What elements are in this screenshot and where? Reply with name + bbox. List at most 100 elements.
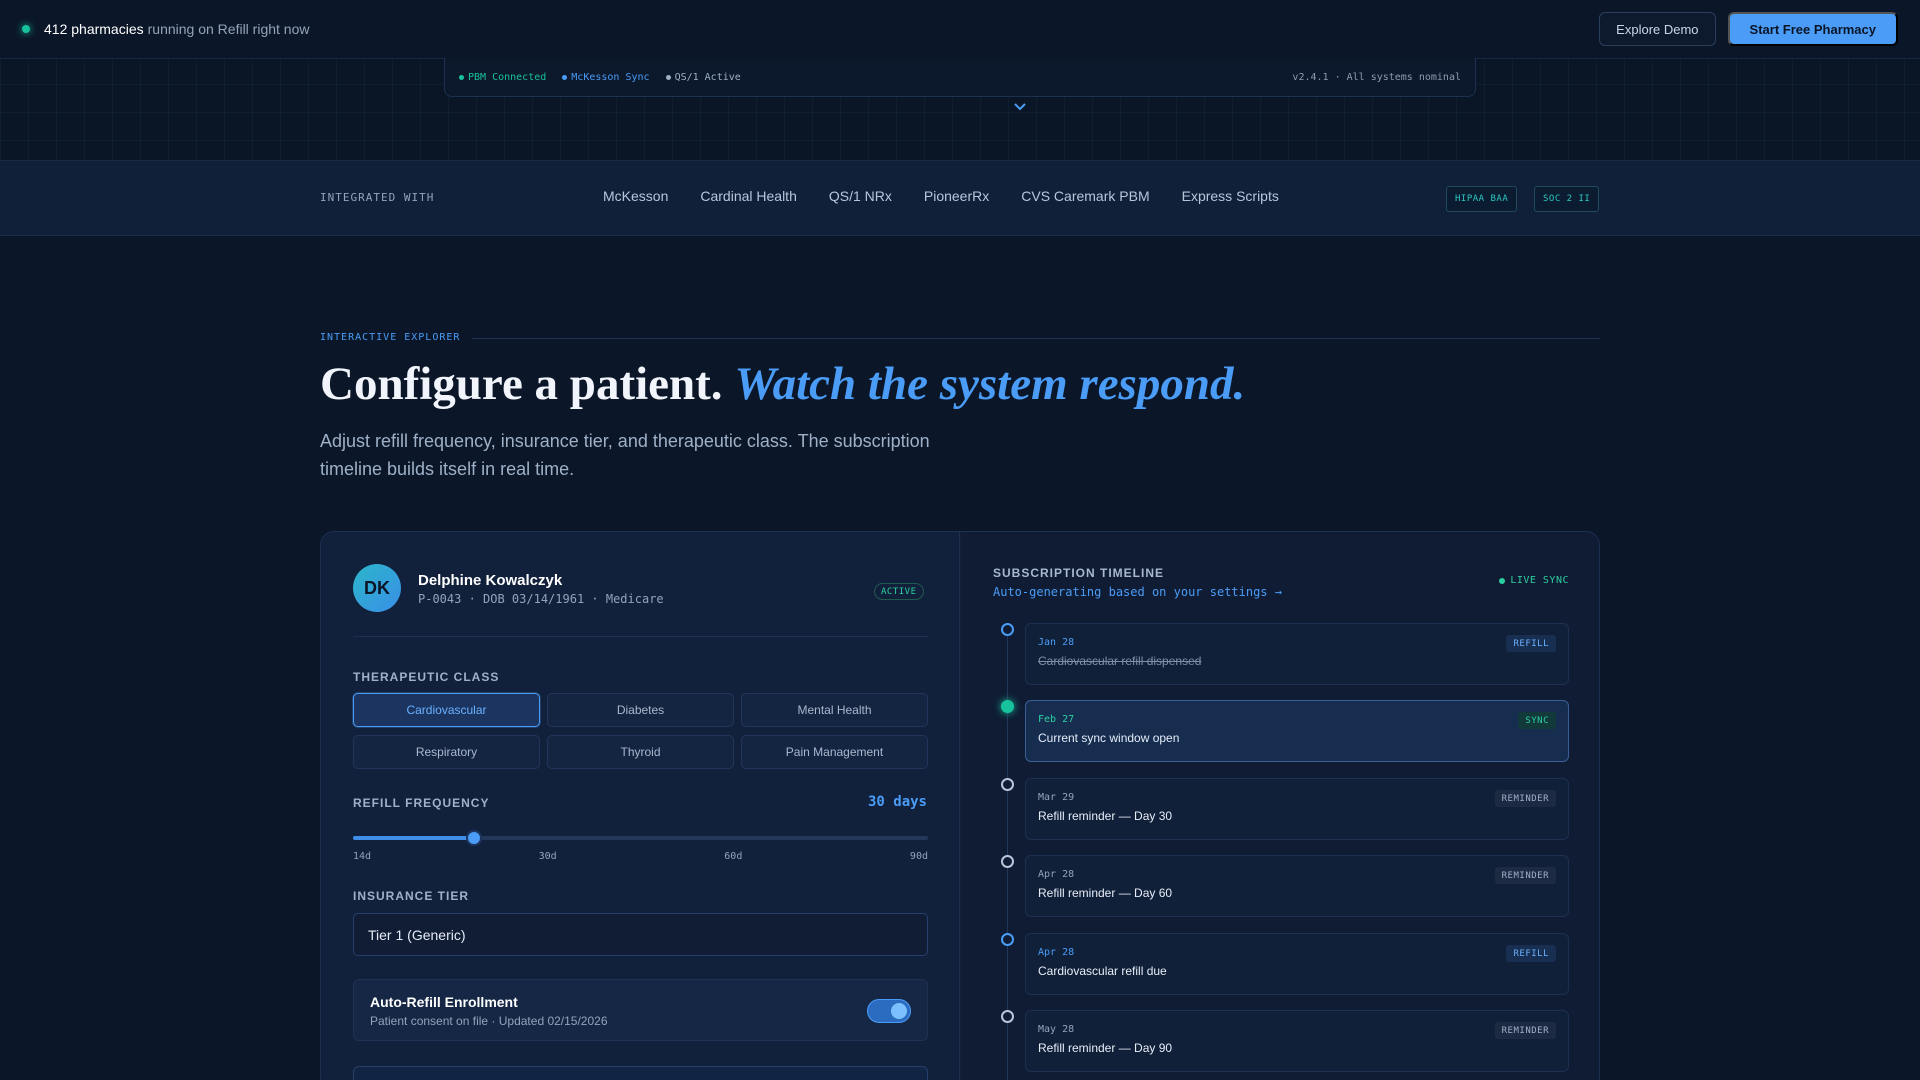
class-option-respiratory[interactable]: Respiratory [353, 735, 540, 769]
system-version: v2.4.1 · All systems nominal [1292, 71, 1461, 83]
patient-name: Delphine Kowalczyk [418, 572, 563, 589]
insurance-tier-select[interactable]: Tier 1 (Generic) [353, 913, 928, 956]
tick-30d: 30d [538, 851, 557, 862]
slider-thumb[interactable] [466, 830, 483, 846]
timeline-node [1001, 855, 1014, 868]
therapeutic-class-options: Cardiovascular Diabetes Mental Health Re… [353, 693, 928, 769]
partner-qs1-nrx: QS/1 NRx [828, 188, 892, 204]
event-tag: REMINDER [1494, 790, 1556, 807]
timeline-event-current[interactable]: Feb 27 Current sync window open SYNC [1025, 700, 1569, 762]
section-subtitle: Adjust refill frequency, insurance tier,… [320, 431, 930, 479]
integrations-label: INTEGRATED WITH [320, 191, 435, 204]
explore-demo-button[interactable]: Explore Demo [1599, 12, 1716, 46]
event-text: Cardiovascular refill due [1038, 964, 1167, 978]
event-tag: REMINDER [1494, 1022, 1556, 1039]
timeline-event[interactable]: Apr 28 Refill reminder — Day 60 REMINDER [1025, 855, 1569, 917]
chevron-down-icon[interactable] [1012, 101, 1028, 113]
timeline-node [1001, 778, 1014, 791]
event-date: Apr 28 [1038, 947, 1075, 958]
start-free-pharmacy-button[interactable]: Start Free Pharmacy [1727, 12, 1898, 46]
event-tag: REFILL [1506, 635, 1556, 652]
event-text: Refill reminder — Day 30 [1038, 809, 1173, 823]
tick-60d: 60d [724, 851, 743, 862]
partner-express-scripts: Express Scripts [1181, 188, 1279, 204]
status-dot-qs1 [665, 74, 671, 80]
headline-italic: Watch the system respond. [734, 358, 1246, 410]
toggle-knob [891, 1003, 907, 1019]
event-text: Refill reminder — Day 90 [1038, 1041, 1173, 1055]
insurance-tier-value: Tier 1 (Generic) [368, 926, 466, 943]
timeline-title: SUBSCRIPTION TIMELINE [993, 566, 1165, 580]
hipaa-badge: HIPAA BAA [1446, 186, 1518, 212]
timeline-event[interactable]: Mar 29 Refill reminder — Day 30 REMINDER [1025, 778, 1569, 840]
panel-divider [353, 636, 928, 637]
auto-refill-row: Auto-Refill Enrollment Patient consent o… [353, 979, 928, 1041]
event-text: Refill reminder — Day 60 [1038, 886, 1173, 900]
timeline-node [1001, 1010, 1014, 1023]
patient-config-panel: DK Delphine Kowalczyk P-0043 · DOB 03/14… [321, 532, 960, 1080]
status-dot-pbm [459, 74, 464, 80]
refill-frequency-slider[interactable] [353, 830, 928, 846]
insurance-tier-label: INSURANCE TIER [353, 889, 470, 903]
eyebrow-divider [472, 338, 1600, 339]
timeline-node-current [1001, 700, 1014, 713]
status-pbm: PBM Connected [459, 72, 546, 83]
therapeutic-class-label: THERAPEUTIC CLASS [353, 670, 500, 684]
tick-90d: 90d [909, 851, 928, 862]
class-option-diabetes[interactable]: Diabetes [547, 693, 734, 727]
partner-list: McKesson Cardinal Health QS/1 NRx Pionee… [603, 188, 1311, 204]
auto-refill-title: Auto-Refill Enrollment [370, 994, 518, 1010]
live-sync-dot [1499, 577, 1506, 584]
timeline-event[interactable]: Apr 28 Cardiovascular refill due REFILL [1025, 933, 1569, 995]
timeline-event[interactable]: May 28 Refill reminder — Day 90 REMINDER [1025, 1010, 1569, 1072]
integrations-bar: INTEGRATED WITH McKesson Cardinal Health… [0, 161, 1920, 236]
partner-mckesson: McKesson [603, 188, 669, 204]
explorer-card: DK Delphine Kowalczyk P-0043 · DOB 03/14… [320, 531, 1600, 1080]
class-option-mental-health[interactable]: Mental Health [741, 693, 928, 727]
event-tag: REFILL [1506, 945, 1556, 962]
event-date: May 28 [1038, 1024, 1075, 1035]
event-date: Jan 28 [1038, 637, 1075, 648]
status-mckesson-label: McKesson Sync [571, 71, 650, 83]
status-qs1: QS/1 Active [665, 71, 741, 83]
subscription-timeline-panel: SUBSCRIPTION TIMELINE Auto-generating ba… [961, 532, 1599, 1080]
refill-frequency-value: 30 days [867, 794, 927, 810]
class-option-cardiovascular[interactable]: Cardiovascular [353, 693, 540, 727]
status-qs1-label: QS/1 Active [674, 71, 741, 83]
partner-cardinal-health: Cardinal Health [700, 188, 797, 204]
headline-plain: Configure a patient. [320, 358, 723, 410]
status-mckesson: McKesson Sync [562, 71, 650, 83]
class-option-pain-management[interactable]: Pain Management [741, 735, 928, 769]
top-announcement-bar: 412 pharmacies running on Refill right n… [0, 0, 1920, 59]
partner-cvs-caremark: CVS Caremark PBM [1021, 188, 1150, 204]
event-text: Current sync window open [1038, 731, 1180, 745]
event-text: Cardiovascular refill dispensed [1038, 654, 1202, 668]
event-date: Mar 29 [1038, 792, 1075, 803]
timeline-event[interactable]: Jan 28 Cardiovascular refill dispensed R… [1025, 623, 1569, 685]
timeline-subtitle[interactable]: Auto-generating based on your settings → [993, 585, 1282, 599]
class-option-thyroid[interactable]: Thyroid [547, 735, 734, 769]
event-date: Apr 28 [1038, 869, 1075, 880]
status-badge: ACTIVE [874, 583, 924, 600]
section-eyebrow: INTERACTIVE EXPLORER [320, 332, 461, 343]
avatar: DK [353, 564, 401, 612]
status-dot-mckesson [562, 74, 568, 80]
live-sync-label: LIVE SYNC [1510, 575, 1569, 586]
pharmacy-count-suffix: running on Refill right now [147, 21, 310, 37]
pharmacy-count: 412 pharmacies [44, 21, 144, 37]
slider-tick-labels: 14d 30d 60d 90d [353, 851, 928, 862]
page-title: Configure a patient. Watch the system re… [320, 357, 1245, 411]
soc2-badge: SOC 2 II [1534, 186, 1600, 212]
system-status-strip: PBM Connected McKesson Sync QS/1 Active … [444, 58, 1476, 97]
timeline-node [1001, 933, 1014, 946]
status-pbm-label: PBM Connected [468, 71, 547, 83]
auto-refill-toggle[interactable] [867, 999, 911, 1023]
timeline-node [1001, 623, 1014, 636]
event-tag: SYNC [1518, 712, 1556, 729]
slider-fill [353, 836, 475, 840]
live-status-dot [22, 25, 30, 33]
live-sync-indicator: LIVE SYNC [1499, 575, 1569, 586]
event-tag: REMINDER [1494, 867, 1556, 884]
next-control-box[interactable] [353, 1066, 928, 1080]
event-date: Feb 27 [1038, 714, 1075, 725]
